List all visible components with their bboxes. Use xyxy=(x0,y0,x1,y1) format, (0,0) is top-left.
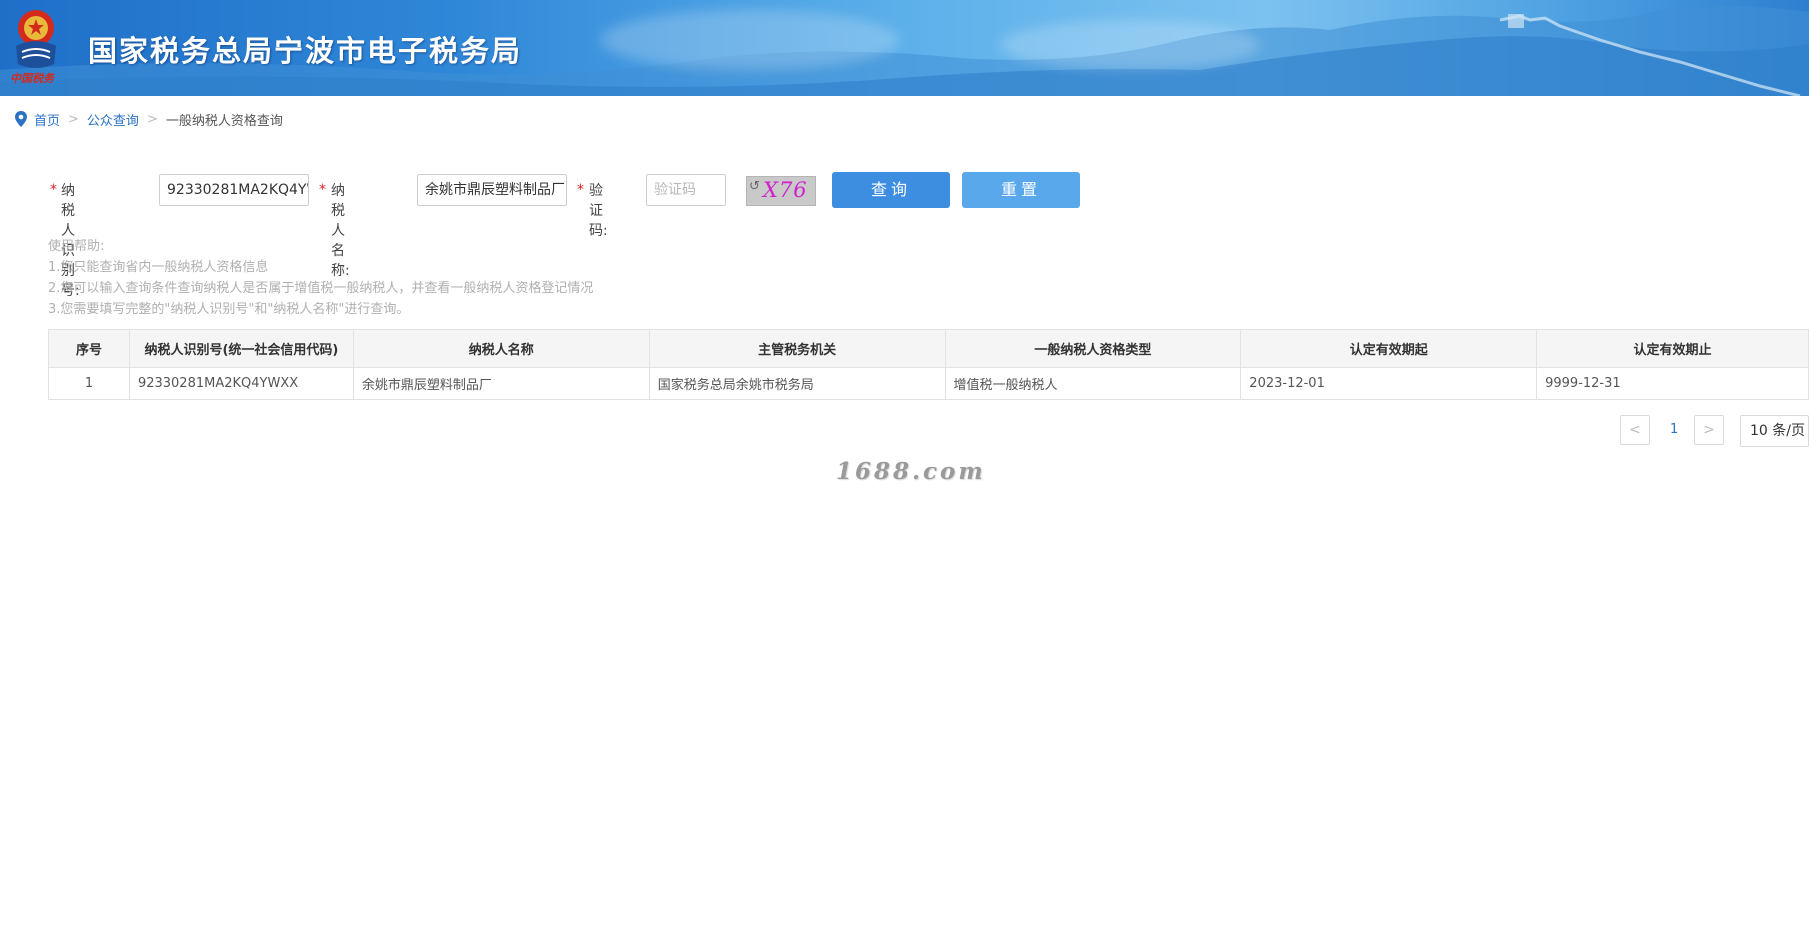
cell-index: 1 xyxy=(48,367,130,400)
header-banner: 中国税务 国家税务总局宁波市电子税务局 xyxy=(0,0,1809,96)
breadcrumb: 首页 > 公众查询 > 一般纳税人资格查询 xyxy=(14,110,283,129)
taxpayer-id-input[interactable]: 92330281MA2KQ4YW xyxy=(159,174,309,206)
site-title: 国家税务总局宁波市电子税务局 xyxy=(88,34,523,68)
page-size-select[interactable]: 10 条/页 xyxy=(1740,415,1809,447)
reset-button[interactable]: 重置 xyxy=(962,172,1080,208)
col-header-valid-from: 认定有效期起 xyxy=(1240,329,1538,368)
breadcrumb-separator: > xyxy=(146,111,158,127)
cell-tax-authority: 国家税务总局余姚市税务局 xyxy=(648,367,946,400)
col-header-index: 序号 xyxy=(48,329,130,368)
cloud-shape xyxy=(1000,20,1260,70)
col-header-valid-to: 认定有效期止 xyxy=(1536,329,1809,368)
captcha-input[interactable]: 验证码 xyxy=(646,174,726,206)
col-header-qualification-type: 一般纳税人资格类型 xyxy=(944,329,1242,368)
help-title: 使用帮助: xyxy=(48,239,105,254)
current-page-number[interactable]: 1 xyxy=(1670,415,1678,445)
cell-valid-to: 9999-12-31 xyxy=(1536,367,1809,400)
table-row: 1 92330281MA2KQ4YWXX 余姚市鼎辰塑料制品厂 国家税务总局余姚… xyxy=(48,367,1809,400)
captcha-label: 验证码: xyxy=(589,183,608,239)
results-table: 序号 纳税人识别号(统一社会信用代码) 纳税人名称 主管税务机关 一般纳税人资格… xyxy=(48,329,1809,400)
usage-help: 使用帮助: 1.您只能查询省内一般纳税人资格信息 2.您可以输入查询条件查询纳税… xyxy=(48,236,593,320)
help-line: 3.您需要填写完整的"纳税人识别号"和"纳税人名称"进行查询。 xyxy=(48,302,410,317)
table-header-row: 序号 纳税人识别号(统一社会信用代码) 纳税人名称 主管税务机关 一般纳税人资格… xyxy=(48,329,1809,368)
watermark: 1688.com xyxy=(836,458,986,485)
next-page-button[interactable]: > xyxy=(1694,415,1724,445)
help-line: 1.您只能查询省内一般纳税人资格信息 xyxy=(48,260,269,275)
emblem-caption: 中国税务 xyxy=(10,72,54,85)
cell-qualification-type: 增值税一般纳税人 xyxy=(944,367,1242,400)
cloud-shape xyxy=(600,10,900,70)
prev-page-button[interactable]: < xyxy=(1620,415,1650,445)
cell-valid-from: 2023-12-01 xyxy=(1240,367,1538,400)
refresh-icon: ↺ xyxy=(749,179,760,194)
required-mark: * xyxy=(50,182,57,198)
col-header-taxpayer-id: 纳税人识别号(统一社会信用代码) xyxy=(128,329,354,368)
cell-taxpayer-name: 余姚市鼎辰塑料制品厂 xyxy=(352,367,650,400)
cell-taxpayer-id: 92330281MA2KQ4YWXX xyxy=(128,367,354,400)
breadcrumb-home-link[interactable]: 首页 xyxy=(34,110,60,129)
col-header-taxpayer-name: 纳税人名称 xyxy=(352,329,650,368)
captcha-text: X76 xyxy=(763,178,808,202)
col-header-tax-authority: 主管税务机关 xyxy=(648,329,946,368)
breadcrumb-public-query-link[interactable]: 公众查询 xyxy=(87,110,139,129)
breadcrumb-separator: > xyxy=(68,111,79,127)
required-mark: * xyxy=(319,182,326,198)
help-line: 2.您可以输入查询条件查询纳税人是否属于增值税一般纳税人，并查看一般纳税人资格登… xyxy=(48,281,594,296)
query-button[interactable]: 查询 xyxy=(832,172,950,208)
breadcrumb-current: 一般纳税人资格查询 xyxy=(165,113,283,129)
required-mark: * xyxy=(577,182,584,198)
taxpayer-name-input[interactable]: 余姚市鼎辰塑料制品厂 xyxy=(417,174,567,206)
location-pin-icon xyxy=(15,111,27,127)
captcha-image[interactable]: ↺ X76 xyxy=(746,176,816,206)
